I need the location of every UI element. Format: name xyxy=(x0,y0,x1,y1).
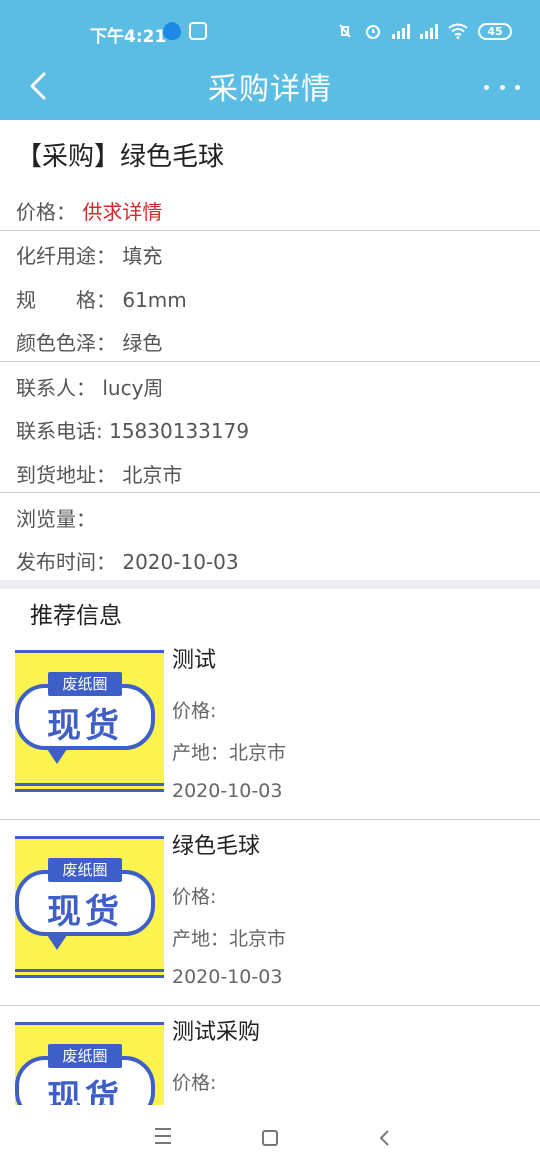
more-button[interactable] xyxy=(484,72,520,102)
app-notification-icon xyxy=(189,22,207,40)
page-title: 采购详情 xyxy=(208,72,332,107)
address-row: 到货地址： 北京市 xyxy=(16,459,182,488)
price-row: 价格： 供求详情 xyxy=(16,196,162,225)
battery-icon: 45 xyxy=(478,22,512,40)
usage-row: 化纤用途： 填充 xyxy=(16,240,162,269)
color-row: 颜色色泽： 绿色 xyxy=(16,327,162,356)
contact-row: 联系人： lucy周 xyxy=(16,372,163,401)
usage-label: 化纤用途： xyxy=(16,244,116,268)
more-dot-icon xyxy=(515,84,520,90)
item-price: 价格: xyxy=(172,1072,217,1094)
menu-icon xyxy=(155,1128,171,1130)
item-origin: 产地：北京市 xyxy=(172,742,287,764)
signal-icon xyxy=(392,23,410,39)
address-label: 到货地址： xyxy=(16,463,116,487)
price-link[interactable]: 供求详情 xyxy=(82,200,162,224)
thumb-line xyxy=(15,789,164,792)
product-thumbnail: 废纸圈 现货 xyxy=(15,836,164,978)
item-date: 2020-10-03 xyxy=(172,966,283,988)
product-thumbnail: 废纸圈 现货 xyxy=(15,650,164,792)
thumb-text: 现货 xyxy=(47,706,123,746)
alarm-icon xyxy=(366,25,380,39)
menu-icon-line xyxy=(155,1135,171,1137)
system-status-icons: 45 xyxy=(336,22,512,40)
address-value: 北京市 xyxy=(122,463,183,487)
color-value: 绿色 xyxy=(122,331,163,355)
color-label: 颜色色泽： xyxy=(16,331,116,355)
price-label: 价格： xyxy=(16,200,76,224)
views-row: 浏览量： xyxy=(16,503,96,532)
thumb-line xyxy=(15,1022,164,1025)
thumb-line xyxy=(15,969,164,972)
detail-content[interactable]: 【采购】绿色毛球 价格： 供求详情 化纤用途： 填充 规 格： 61mm 颜色色… xyxy=(0,120,540,1105)
views-label: 浏览量： xyxy=(16,507,96,531)
status-time: 下午4:21 xyxy=(90,27,167,47)
recommend-item[interactable]: 废纸圈 现货 绿色毛球 价格: 产地：北京市 2020-10-03 xyxy=(0,820,540,1006)
system-back-button[interactable] xyxy=(370,1123,400,1153)
recommend-item[interactable]: 废纸圈 现货 测试 价格: 产地：北京市 2020-10-03 xyxy=(0,634,540,820)
more-dot-icon xyxy=(484,84,489,90)
purchase-title: 【采购】绿色毛球 xyxy=(16,142,225,172)
item-name: 绿色毛球 xyxy=(172,834,261,859)
thumb-line xyxy=(15,783,164,786)
thumb-badge: 废纸圈 xyxy=(48,1044,122,1068)
phone-value[interactable]: 15830133179 xyxy=(109,419,249,443)
publish-row: 发布时间： 2020-10-03 xyxy=(16,546,239,575)
vibrate-icon xyxy=(339,24,351,38)
divider xyxy=(0,492,540,493)
usage-value: 填充 xyxy=(122,244,163,268)
thumb-badge: 废纸圈 xyxy=(48,858,122,882)
thumb-line xyxy=(15,836,164,839)
chevron-left-icon xyxy=(379,1130,389,1146)
notification-icons xyxy=(163,22,207,40)
recommend-item[interactable]: 废纸圈 现货 测试采购 价格: xyxy=(0,1006,540,1105)
thumb-text: 现货 xyxy=(47,1078,123,1105)
item-name: 测试 xyxy=(172,648,217,673)
bubble-tail xyxy=(45,746,69,764)
product-thumbnail: 废纸圈 现货 xyxy=(15,1022,164,1105)
publish-value: 2020-10-03 xyxy=(122,550,239,574)
signal-icon-2 xyxy=(420,23,438,39)
more-dot-icon xyxy=(499,84,505,90)
item-origin: 产地：北京市 xyxy=(172,928,287,950)
nav-bar: 采购详情 xyxy=(0,62,540,120)
app-header: 下午4:21 45 采购详情 xyxy=(0,0,540,120)
system-nav-bar xyxy=(0,1105,540,1170)
menu-button[interactable] xyxy=(148,1123,178,1153)
thumb-line xyxy=(15,975,164,978)
home-icon xyxy=(262,1130,278,1146)
spec-row: 规 格： 61mm xyxy=(16,284,187,313)
menu-icon-line xyxy=(155,1142,171,1144)
publish-label: 发布时间： xyxy=(16,550,116,574)
contact-label: 联系人： xyxy=(16,376,96,400)
divider xyxy=(0,230,540,231)
status-bar: 下午4:21 45 xyxy=(0,0,540,62)
thumb-line xyxy=(15,650,164,653)
item-date: 2020-10-03 xyxy=(172,780,283,802)
bubble-tail xyxy=(45,932,69,950)
thumb-text: 现货 xyxy=(47,892,123,932)
contact-value: lucy周 xyxy=(102,376,164,400)
qq-notification-icon xyxy=(163,22,181,40)
section-gap xyxy=(0,580,540,589)
item-price: 价格: xyxy=(172,700,217,722)
phone-row: 联系电话: 15830133179 xyxy=(16,415,249,444)
recommend-title: 推荐信息 xyxy=(30,603,122,629)
divider xyxy=(0,361,540,362)
thumb-badge: 废纸圈 xyxy=(48,672,122,696)
home-button[interactable] xyxy=(255,1123,285,1153)
phone-label: 联系电话: xyxy=(16,419,110,443)
item-price: 价格: xyxy=(172,886,217,908)
spec-label: 规 格： xyxy=(16,288,116,312)
item-name: 测试采购 xyxy=(172,1020,261,1045)
spec-value: 61mm xyxy=(122,288,187,312)
wifi-icon xyxy=(448,23,468,39)
